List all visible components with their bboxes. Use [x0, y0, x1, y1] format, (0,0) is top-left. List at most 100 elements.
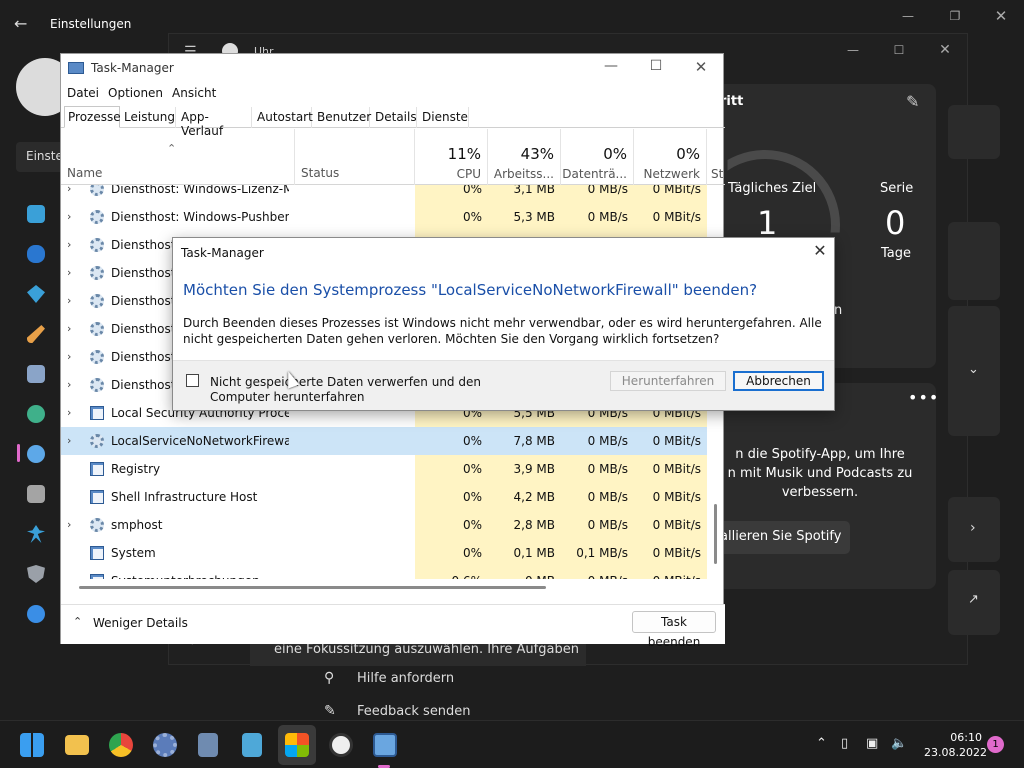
shutdown-button[interactable]: Herunterfahren — [610, 371, 726, 391]
clock-icon[interactable] — [329, 733, 353, 757]
chevron-down-icon[interactable]: ⌄ — [968, 362, 979, 377]
discard-data-checkbox-label[interactable]: Nicht gespeicherte Daten verwerfen und d… — [210, 375, 510, 405]
table-row[interactable]: › Diensthost: Windows-Lizenz-M... 0% 3,1… — [61, 185, 707, 203]
external-link-icon[interactable]: ↗ — [968, 592, 979, 607]
wifi-icon[interactable] — [27, 285, 45, 303]
col-network[interactable]: 0% Netzwerk — [634, 129, 707, 185]
feedback-link[interactable]: Feedback senden — [357, 704, 471, 719]
clock-minimize-icon[interactable]: — — [838, 40, 868, 60]
expand-chevron-icon[interactable]: › — [67, 287, 71, 314]
end-task-button[interactable]: Task beenden — [632, 611, 716, 649]
service-host-icon — [90, 378, 104, 392]
table-row[interactable]: › smphost 0% 2,8 MB 0 MB/s 0 MBit/s — [61, 511, 707, 539]
install-spotify-button[interactable]: allieren Sie Spotify — [712, 521, 850, 554]
windows-update-icon[interactable] — [27, 605, 45, 623]
settings-gear-icon[interactable] — [153, 733, 177, 757]
back-arrow-icon[interactable]: ← — [14, 14, 34, 34]
calculator-icon[interactable] — [198, 733, 218, 757]
expand-chevron-icon[interactable]: › — [67, 427, 71, 454]
microsoft-store-icon[interactable] — [285, 733, 309, 757]
notepad-icon[interactable] — [242, 733, 262, 757]
restore-icon[interactable]: ❐ — [940, 6, 970, 26]
tm-maximize-icon[interactable]: ☐ — [636, 58, 676, 74]
chevron-up-icon[interactable]: ⌃ — [73, 615, 82, 628]
col-disk[interactable]: 0% Datenträ... — [561, 129, 634, 185]
clock-datetime[interactable]: 06:10 23.08.2022 — [924, 730, 987, 760]
minimize-icon[interactable]: — — [893, 6, 923, 26]
tab-app-verlauf[interactable]: App-Verlauf — [178, 107, 252, 138]
horizontal-scrollbar[interactable] — [79, 586, 546, 589]
table-row[interactable]: Shell Infrastructure Host 0% 4,2 MB 0 MB… — [61, 483, 707, 511]
window-process-icon — [90, 546, 104, 560]
right-strip-1 — [948, 222, 1000, 300]
col-extra[interactable]: St — [707, 129, 725, 185]
fewer-details-link[interactable]: Weniger Details — [93, 616, 188, 630]
volume-icon[interactable]: 🔈 — [891, 736, 907, 751]
expand-chevron-icon[interactable]: › — [67, 343, 71, 370]
expand-chevron-icon[interactable]: › — [67, 399, 71, 426]
bluetooth-icon[interactable] — [27, 245, 45, 263]
chrome-icon[interactable] — [109, 733, 133, 757]
more-options-icon[interactable]: ••• — [908, 388, 939, 407]
col-memory[interactable]: 43% Arbeitss... — [488, 129, 561, 185]
chevron-right-icon[interactable]: › — [970, 520, 976, 536]
tablet-icon[interactable]: ▯ — [841, 736, 848, 751]
tab-details[interactable]: Details — [372, 107, 417, 128]
task-manager-taskbar-icon[interactable] — [373, 733, 397, 757]
help-link[interactable]: Hilfe anfordern — [357, 671, 454, 686]
accessibility-icon[interactable] — [27, 525, 45, 543]
disk-cell: 0 MB/s — [561, 567, 634, 579]
col-status-label: Status — [301, 166, 340, 180]
col-cpu[interactable]: 11% CPU — [415, 129, 488, 185]
dialog-close-icon[interactable]: ✕ — [807, 241, 833, 260]
discard-data-checkbox[interactable] — [186, 374, 199, 387]
menu-optionen[interactable]: Optionen — [108, 86, 163, 100]
settings-window-title: Einstellungen — [50, 17, 132, 31]
tab-dienste[interactable]: Dienste — [419, 107, 469, 128]
start-windows-icon[interactable] — [20, 733, 44, 757]
expand-chevron-icon[interactable]: › — [67, 371, 71, 398]
clock-restore-icon[interactable]: ☐ — [884, 40, 914, 60]
expand-chevron-icon[interactable]: › — [67, 231, 71, 258]
table-row[interactable]: › Diensthost: Windows-Pushbena... 0% 5,3… — [61, 203, 707, 231]
network-icon[interactable]: ▣ — [866, 736, 878, 751]
menu-ansicht[interactable]: Ansicht — [172, 86, 216, 100]
tab-autostart[interactable]: Autostart — [254, 107, 313, 128]
edit-pencil-icon[interactable]: ✎ — [906, 92, 919, 111]
tab-leistung[interactable]: Leistung — [121, 107, 176, 128]
gaming-icon[interactable] — [27, 485, 45, 503]
personalization-icon[interactable] — [27, 325, 45, 343]
cancel-button[interactable]: Abbrechen — [733, 371, 824, 391]
vertical-scrollbar[interactable] — [714, 504, 717, 564]
accounts-icon[interactable] — [27, 405, 45, 423]
disk-cell: 0 MB/s — [561, 483, 634, 511]
chevron-up-icon[interactable]: ⌃ — [816, 736, 827, 751]
file-explorer-icon[interactable] — [65, 735, 89, 755]
expand-chevron-icon[interactable]: › — [67, 315, 71, 342]
streak-value: 0 — [885, 204, 906, 242]
tab-prozesse[interactable]: Prozesse — [64, 106, 121, 128]
notification-badge[interactable]: 1 — [987, 736, 1004, 753]
clock-close-icon[interactable]: ✕ — [930, 40, 960, 60]
service-host-icon — [90, 185, 104, 196]
close-icon[interactable]: ✕ — [986, 6, 1016, 26]
privacy-shield-icon[interactable] — [27, 565, 45, 583]
tab-benutzer[interactable]: Benutzer — [314, 107, 371, 128]
time-language-icon[interactable] — [27, 445, 45, 463]
expand-chevron-icon[interactable]: › — [67, 259, 71, 286]
spotify-description: n die Spotify-App, um Ihre n mit Musik u… — [727, 447, 913, 500]
system-icon[interactable] — [27, 205, 45, 223]
table-row[interactable]: System 0% 0,1 MB 0,1 MB/s 0 MBit/s — [61, 539, 707, 567]
tm-minimize-icon[interactable]: — — [591, 58, 631, 74]
menu-datei[interactable]: Datei — [67, 86, 99, 100]
cpu-cell: 0% — [415, 511, 488, 539]
expand-chevron-icon[interactable]: › — [67, 185, 71, 202]
table-row-selected[interactable]: › LocalServiceNoNetworkFirewall ... 0% 7… — [61, 427, 707, 455]
table-row[interactable]: Systemunterbrechungen 0,6% 0 MB 0 MB/s 0… — [61, 567, 707, 579]
search-input[interactable]: Einste — [16, 142, 66, 172]
tm-close-icon[interactable]: ✕ — [681, 58, 721, 76]
table-row[interactable]: Registry 0% 3,9 MB 0 MB/s 0 MBit/s — [61, 455, 707, 483]
expand-chevron-icon[interactable]: › — [67, 203, 71, 230]
apps-icon[interactable] — [27, 365, 45, 383]
expand-chevron-icon[interactable]: › — [67, 511, 71, 538]
